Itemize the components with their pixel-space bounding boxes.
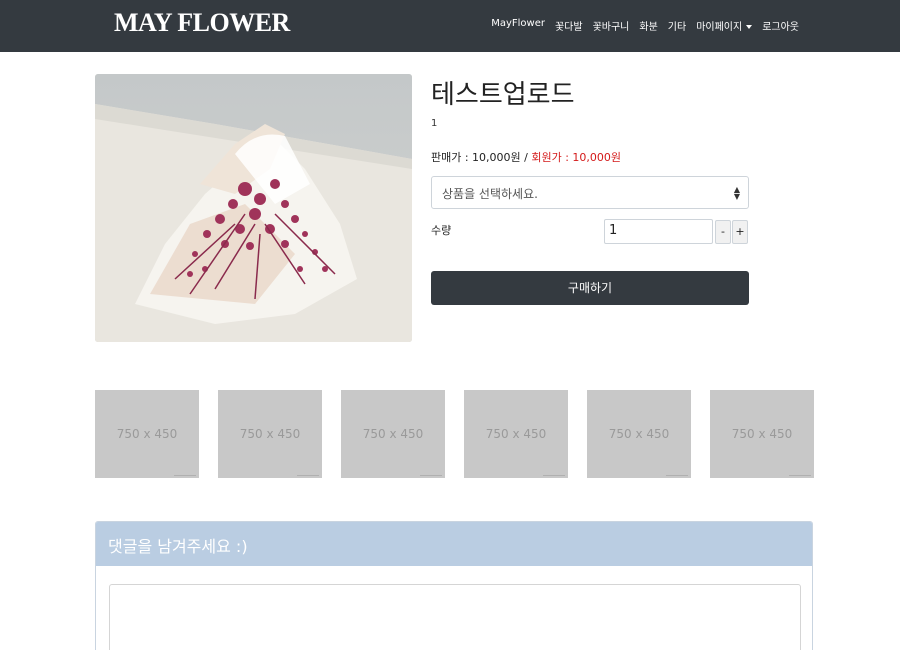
comment-textarea[interactable] xyxy=(109,584,801,650)
thumbnail-6[interactable]: 750 x 450 xyxy=(710,390,814,478)
placeholder-mark xyxy=(789,475,811,476)
brand-logo[interactable]: MAY FLOWER xyxy=(114,8,290,38)
thumbnail-label: 750 x 450 xyxy=(116,427,178,441)
thumbnail-label: 750 x 450 xyxy=(485,427,547,441)
nav-dropdown-mypage[interactable]: 마이페이지 xyxy=(696,18,753,33)
thumbnail-4[interactable]: 750 x 450 xyxy=(464,390,568,478)
buy-button[interactable]: 구매하기 xyxy=(431,271,749,305)
flower-bouquet-photo xyxy=(95,74,412,342)
price-line: 판매가 : 10,000원 / 회원가 : 10,000원 xyxy=(431,149,621,165)
quantity-decrease-button[interactable]: - xyxy=(715,220,731,244)
placeholder-mark xyxy=(174,475,196,476)
nav-link-mayflower[interactable]: MayFlower xyxy=(491,18,545,33)
product-subtitle: 1 xyxy=(431,118,438,129)
main-nav: MayFlower 꽃다발 꽃바구니 화분 기타 마이페이지 로그아웃 xyxy=(491,18,799,33)
placeholder-mark xyxy=(420,475,442,476)
placeholder-mark xyxy=(297,475,319,476)
nav-link-bouquet[interactable]: 꽃다발 xyxy=(555,18,583,33)
nav-link-pot[interactable]: 화분 xyxy=(639,18,657,33)
top-navbar: MAY FLOWER MayFlower 꽃다발 꽃바구니 화분 기타 마이페이… xyxy=(0,0,900,52)
product-image xyxy=(95,74,412,342)
select-arrows-icon: ▲ ▼ xyxy=(733,185,740,201)
member-price: 회원가 : 10,000원 xyxy=(531,151,622,164)
nav-dropdown-label: 마이페이지 xyxy=(696,22,743,33)
nav-link-etc[interactable]: 기타 xyxy=(668,18,686,33)
thumbnail-label: 750 x 450 xyxy=(731,427,793,441)
quantity-increase-button[interactable]: + xyxy=(732,220,748,244)
quantity-label: 수량 xyxy=(431,224,452,237)
thumbnail-2[interactable]: 750 x 450 xyxy=(218,390,322,478)
nav-link-basket[interactable]: 꽃바구니 xyxy=(593,18,630,33)
comment-header: 댓글을 남겨주세요 :) xyxy=(96,522,812,566)
product-option-select[interactable]: 상품을 선택하세요. ▲ ▼ xyxy=(431,176,749,209)
placeholder-mark xyxy=(666,475,688,476)
placeholder-mark xyxy=(543,475,565,476)
sale-price: 판매가 : 10,000원 / xyxy=(431,151,532,164)
product-title: 테스트업로드 xyxy=(431,80,575,110)
thumbnail-1[interactable]: 750 x 450 xyxy=(95,390,199,478)
comment-card: 댓글을 남겨주세요 :) xyxy=(95,521,813,650)
thumbnail-label: 750 x 450 xyxy=(362,427,424,441)
thumbnail-5[interactable]: 750 x 450 xyxy=(587,390,691,478)
thumbnail-label: 750 x 450 xyxy=(239,427,301,441)
nav-link-logout[interactable]: 로그아웃 xyxy=(762,18,799,33)
option-select-value: 상품을 선택하세요. xyxy=(442,187,538,201)
thumbnail-3[interactable]: 750 x 450 xyxy=(341,390,445,478)
quantity-input[interactable]: 1 xyxy=(604,219,713,244)
thumbnail-label: 750 x 450 xyxy=(608,427,670,441)
caret-down-icon xyxy=(746,25,753,29)
